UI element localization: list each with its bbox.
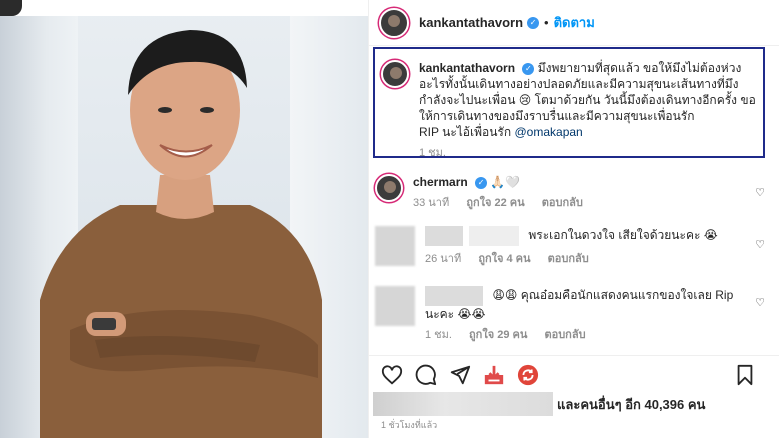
post-panel: kankantathavorn ✓ • ติดตาม kankantathavo… <box>368 0 779 438</box>
caption-highlight-box: kankantathavorn ✓ มึงพยายามที่สุดแล้ว ขอ… <box>373 47 765 161</box>
comment-body: chermarn ✓ 🙏🏻🤍 33 นาที ถูกใจ 22 คน ตอบกล… <box>413 174 753 211</box>
comment-item: chermarn ✓ 🙏🏻🤍 33 นาที ถูกใจ 22 คน ตอบกล… <box>375 174 775 211</box>
caption-mention[interactable]: @omakapan <box>515 125 583 139</box>
bookmark-icon[interactable] <box>734 364 756 386</box>
comment-text: พระเอกในดวงใจ เสียใจด้วยนะคะ 😭 <box>528 228 718 243</box>
post-header: kankantathavorn ✓ • ติดตาม <box>369 0 779 46</box>
likes-row: และคนอื่นๆ อีก 40,396 คน <box>373 392 773 416</box>
reply-button[interactable]: ตอบกลับ <box>544 329 585 341</box>
commenter-avatar[interactable] <box>375 174 403 202</box>
share-icon[interactable] <box>449 364 471 386</box>
commenter-username[interactable]: chermarn <box>413 175 468 189</box>
caption: kankantathavorn ✓ มึงพยายามที่สุดแล้ว ขอ… <box>381 60 761 161</box>
comment-likes[interactable]: ถูกใจ 4 คน <box>478 253 530 265</box>
commenter-name-blurred-2 <box>469 226 519 246</box>
comment-like-heart-icon[interactable]: ♡ <box>755 296 765 309</box>
commenter-avatar-blurred[interactable] <box>375 226 415 266</box>
comment-meta: 26 นาที ถูกใจ 4 คน ตอบกลับ <box>425 251 765 267</box>
commenter-name-blurred <box>425 286 483 306</box>
separator-dot: • <box>544 15 549 30</box>
action-bar <box>369 355 779 393</box>
repost-icon[interactable] <box>517 364 539 386</box>
verified-badge-icon: ✓ <box>475 176 488 189</box>
caption-rip-line: RIP นะไอ้เพื่อนรัก <box>419 125 512 139</box>
caption-body: kankantathavorn ✓ มึงพยายามที่สุดแล้ว ขอ… <box>419 60 759 161</box>
comment-body: 😩😩 คุณอ๋อมคือนักแสดงคนแรกของใจเลย Rip นะ… <box>425 286 765 343</box>
comment-like-heart-icon[interactable]: ♡ <box>755 186 765 199</box>
verified-badge-icon: ✓ <box>527 16 540 29</box>
comment-meta: 1 ชม. ถูกใจ 29 คน ตอบกลับ <box>425 327 765 343</box>
author-username[interactable]: kankantathavorn <box>419 15 523 30</box>
reply-button[interactable]: ตอบกลับ <box>542 197 583 209</box>
comment-likes[interactable]: ถูกใจ 22 คน <box>466 197 524 209</box>
commenter-name-blurred <box>425 226 463 246</box>
follow-button[interactable]: ติดตาม <box>554 12 595 33</box>
comment-time: 26 นาที <box>425 253 462 265</box>
comment-text: 🙏🏻🤍 <box>490 175 521 189</box>
heart-icon[interactable] <box>381 364 403 386</box>
reply-button[interactable]: ตอบกลับ <box>548 253 589 265</box>
comment-meta: 33 นาที ถูกใจ 22 คน ตอบกลับ <box>413 195 753 211</box>
person-illustration <box>40 30 322 438</box>
caption-username[interactable]: kankantathavorn <box>419 61 515 75</box>
liked-by-blurred <box>373 392 553 416</box>
likes-count[interactable]: และคนอื่นๆ อีก 40,396 คน <box>557 394 705 415</box>
caption-time: 1 ชม. <box>419 147 446 159</box>
caption-meta: 1 ชม. <box>419 145 759 161</box>
comment-likes[interactable]: ถูกใจ 29 คน <box>469 329 527 341</box>
verified-badge-icon: ✓ <box>522 62 535 75</box>
comment-item: พระเอกในดวงใจ เสียใจด้วยนะคะ 😭 26 นาที ถ… <box>375 226 775 267</box>
author-avatar[interactable] <box>379 7 409 38</box>
download-icon[interactable] <box>483 364 505 386</box>
commenter-avatar-blurred[interactable] <box>375 286 415 326</box>
comment-icon[interactable] <box>415 364 437 386</box>
caption-avatar[interactable] <box>381 60 409 88</box>
comment-like-heart-icon[interactable]: ♡ <box>755 238 765 251</box>
post-photo <box>0 0 368 438</box>
comment-item: 😩😩 คุณอ๋อมคือนักแสดงคนแรกของใจเลย Rip นะ… <box>375 286 775 343</box>
comment-body: พระเอกในดวงใจ เสียใจด้วยนะคะ 😭 26 นาที ถ… <box>425 226 765 267</box>
comment-time: 33 นาที <box>413 197 450 209</box>
posted-time: 1 ชั่วโมงที่แล้ว <box>381 420 438 430</box>
comment-time: 1 ชม. <box>425 329 452 341</box>
